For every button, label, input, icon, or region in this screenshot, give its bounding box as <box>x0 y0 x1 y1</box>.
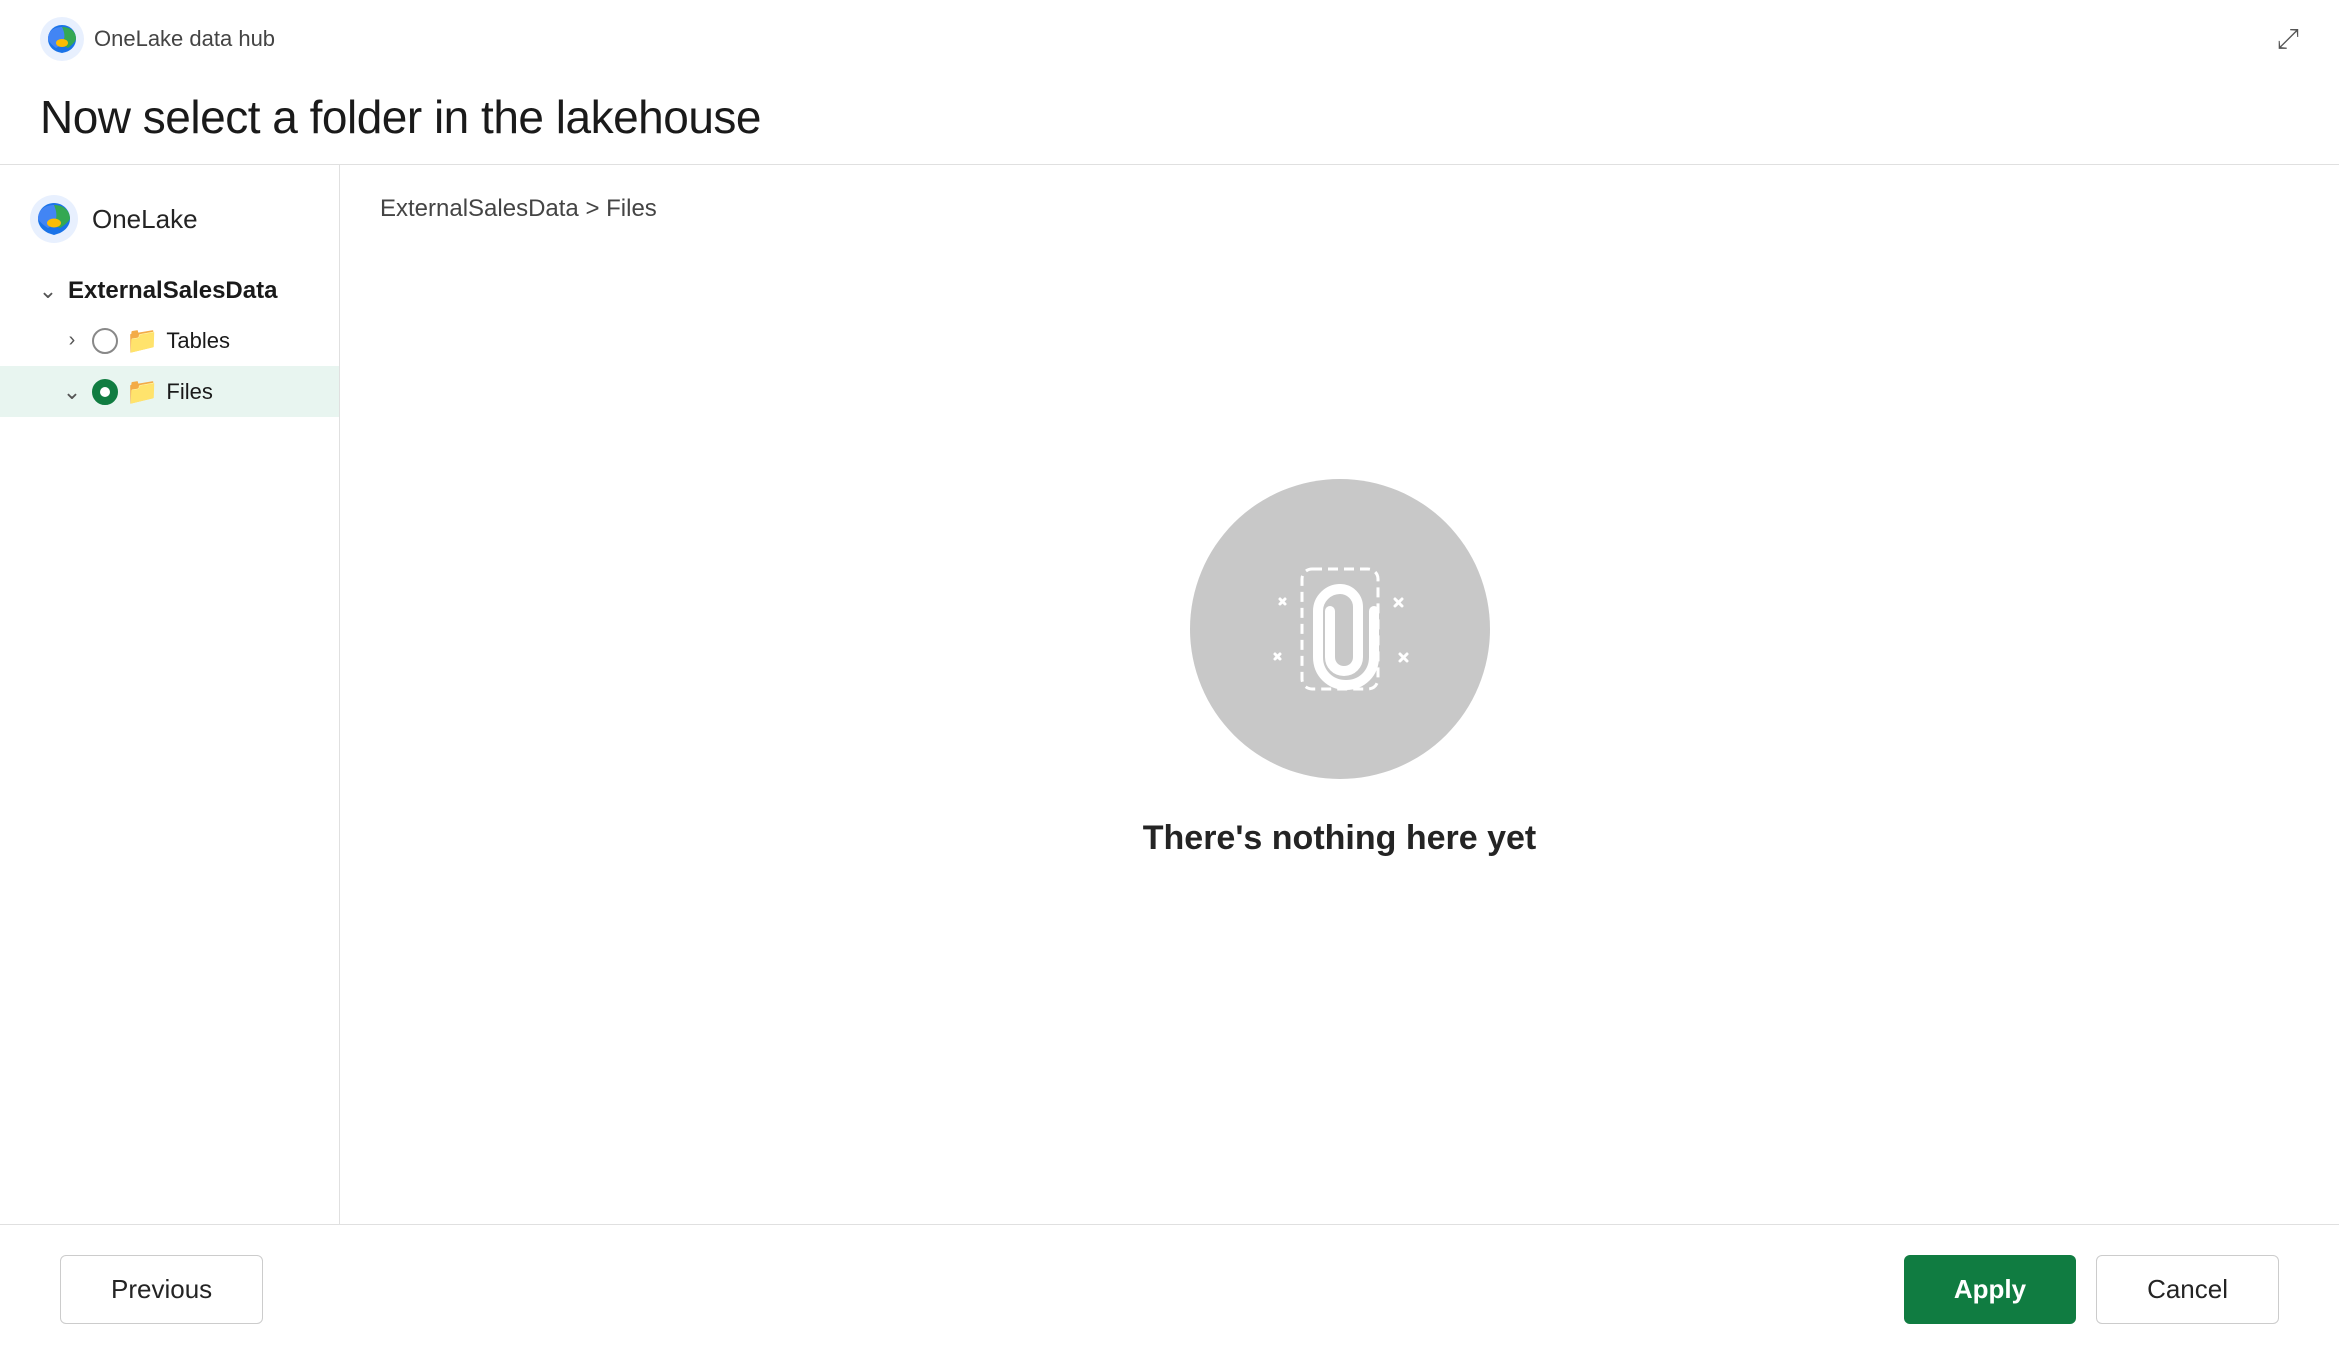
footer: Previous Apply Cancel <box>0 1224 2339 1354</box>
files-radio[interactable] <box>92 379 118 405</box>
sidebar-item-files[interactable]: ⌄ 📁 Files <box>0 366 339 417</box>
previous-button[interactable]: Previous <box>60 1255 263 1324</box>
sidebar: OneLake ⌄ ExternalSalesData › 📁 Tables ⌄… <box>0 165 340 1224</box>
tables-label: Tables <box>166 328 230 354</box>
expand-icon[interactable]: ⤢ <box>2277 23 2299 56</box>
sidebar-item-externalsalesdata[interactable]: ⌄ ExternalSalesData <box>0 267 339 315</box>
chevron-down-icon: ⌄ <box>36 278 60 304</box>
empty-state: There's nothing here yet <box>380 223 2299 1194</box>
sidebar-onelake-root: OneLake <box>0 195 339 267</box>
main-content: OneLake ⌄ ExternalSalesData › 📁 Tables ⌄… <box>0 165 2339 1224</box>
breadcrumb: ExternalSalesData > Files <box>380 195 657 223</box>
files-folder-icon: 📁 <box>126 376 158 407</box>
tables-folder-icon: 📁 <box>126 325 158 356</box>
chevron-right-icon: › <box>60 329 84 352</box>
tables-radio[interactable] <box>92 328 118 354</box>
apply-button[interactable]: Apply <box>1904 1255 2076 1324</box>
files-label: Files <box>166 379 212 405</box>
onelake-logo-icon <box>40 17 84 61</box>
right-panel: ExternalSalesData > Files There's not <box>340 165 2339 1224</box>
footer-right-buttons: Apply Cancel <box>1904 1255 2279 1324</box>
header: OneLake data hub ⤢ <box>0 0 2339 60</box>
files-chevron-down-icon: ⌄ <box>60 379 84 405</box>
sidebar-onelake-label: OneLake <box>92 204 198 235</box>
externalsalesdata-label: ExternalSalesData <box>68 277 277 305</box>
cancel-button[interactable]: Cancel <box>2096 1255 2279 1324</box>
sidebar-item-tables[interactable]: › 📁 Tables <box>0 315 339 366</box>
header-left: OneLake data hub <box>40 17 275 61</box>
app-title: OneLake data hub <box>94 26 275 52</box>
empty-state-text: There's nothing here yet <box>1143 819 1537 858</box>
paperclip-illustration <box>1250 539 1430 719</box>
empty-illustration <box>1190 479 1490 779</box>
onelake-sidebar-icon <box>30 195 78 243</box>
page-title: Now select a folder in the lakehouse <box>40 90 2299 144</box>
page-title-section: Now select a folder in the lakehouse <box>0 60 2339 164</box>
